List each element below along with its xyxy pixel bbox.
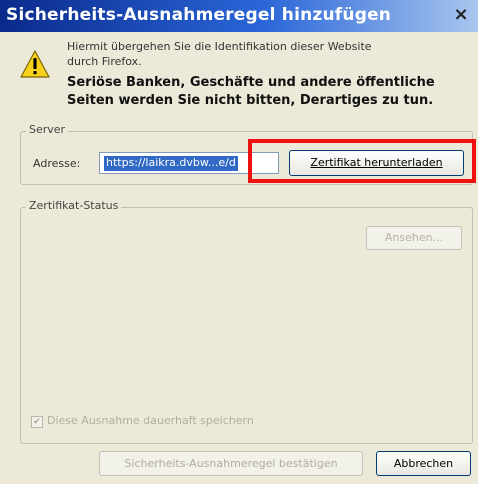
confirm-exception-button[interactable]: Sicherheits-Ausnahmeregel bestätigen xyxy=(99,451,363,476)
cancel-button[interactable]: Abbrechen xyxy=(376,451,471,476)
certificate-status-label: Zertifikat-Status xyxy=(26,199,122,212)
close-icon[interactable]: × xyxy=(452,6,470,24)
message-text-line1: Hiermit übergehen Sie die Identifikation… xyxy=(67,40,372,53)
server-group-label: Server xyxy=(26,123,69,136)
address-label: Adresse: xyxy=(33,157,81,170)
message-text-line2: durch Firefox. xyxy=(67,55,142,68)
warning-text-line2: Seiten werden Sie nicht bitten, Derartig… xyxy=(67,93,434,108)
address-input[interactable]: https://laikra.dvbw...e/d xyxy=(99,152,279,174)
address-value: https://laikra.dvbw...e/d xyxy=(104,156,238,171)
permanent-exception-checkbox[interactable]: ✔ xyxy=(31,416,43,428)
view-certificate-button[interactable]: Ansehen... xyxy=(366,226,462,250)
download-certificate-button[interactable]: Zertifikat herunterladen xyxy=(289,150,464,176)
permanent-exception-label: Diese Ausnahme dauerhaft speichern xyxy=(47,414,254,427)
dialog-title: Sicherheits-Ausnahmeregel hinzufügen xyxy=(6,5,392,25)
warning-icon xyxy=(20,50,50,78)
warning-text-line1: Seriöse Banken, Geschäfte und andere öff… xyxy=(67,75,435,90)
download-certificate-label: Zertifikat herunterladen xyxy=(310,156,443,169)
title-bar: Sicherheits-Ausnahmeregel hinzufügen × xyxy=(0,0,478,32)
add-security-exception-dialog: Sicherheits-Ausnahmeregel hinzufügen × H… xyxy=(0,0,478,484)
